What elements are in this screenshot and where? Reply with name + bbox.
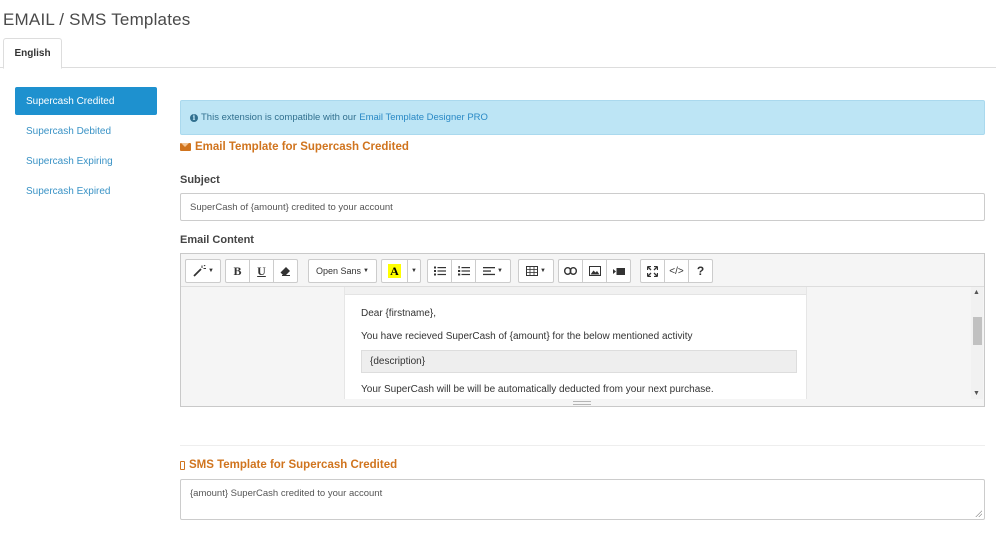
email-document[interactable]: Dear {firstname}, You have recieved Supe… [344, 287, 807, 399]
email-content-label: Email Content [180, 234, 254, 246]
subject-input[interactable]: SuperCash of {amount} credited to your a… [180, 193, 985, 221]
section-divider [180, 445, 985, 446]
editor-toolbar: ▼ B U Open Sans ▼ A ▼ ▼ ▼ </> ? [181, 254, 984, 287]
fullscreen-button[interactable] [640, 259, 665, 283]
sms-textarea-value: {amount} SuperCash credited to your acco… [190, 488, 383, 499]
compatibility-alert: i This extension is compatible with our … [180, 100, 985, 135]
document-header-strip [345, 287, 806, 295]
font-family-dropdown[interactable]: Open Sans ▼ [308, 259, 377, 283]
align-left-icon [483, 267, 496, 276]
sidebar-item-supercash-expiring[interactable]: Supercash Expiring [15, 147, 157, 175]
envelope-icon [180, 143, 191, 151]
scroll-down-arrow-icon[interactable]: ▼ [973, 390, 980, 397]
magic-wand-icon [193, 265, 207, 277]
email-description-block: {description} [361, 350, 797, 373]
language-tabs: English [0, 38, 996, 69]
sms-textarea[interactable]: {amount} SuperCash credited to your acco… [180, 479, 985, 520]
paragraph-align-dropdown[interactable]: ▼ [475, 259, 511, 283]
editor-body[interactable]: Dear {firstname}, You have recieved Supe… [181, 287, 984, 399]
email-template-heading: Email Template for Supercash Credited [180, 141, 409, 153]
page-title: EMAIL / SMS Templates [3, 10, 191, 29]
sms-template-heading-text: SMS Template for Supercash Credited [189, 459, 398, 471]
font-family-value: Open Sans [316, 266, 362, 276]
link-icon [564, 267, 577, 275]
bullet-list-icon [433, 266, 446, 276]
email-template-designer-link[interactable]: Email Template Designer PRO [359, 112, 488, 123]
chevron-down-icon: ▼ [208, 268, 214, 274]
help-button[interactable]: ? [688, 259, 713, 283]
text-color-button[interactable]: A [381, 259, 408, 283]
chevron-down-icon: ▼ [540, 268, 546, 274]
chevron-down-icon: ▼ [363, 268, 369, 274]
magic-style-button[interactable]: ▼ [185, 259, 221, 283]
eraser-icon [280, 267, 290, 276]
main-content: i This extension is compatible with our … [180, 100, 985, 520]
bold-button[interactable]: B [225, 259, 250, 283]
insert-link-button[interactable] [558, 259, 583, 283]
table-icon [526, 266, 539, 276]
insert-video-button[interactable] [606, 259, 631, 283]
chevron-down-icon: ▼ [411, 268, 417, 274]
insert-picture-button[interactable] [582, 259, 607, 283]
underline-button[interactable]: U [249, 259, 274, 283]
editor-resize-handle[interactable] [573, 401, 591, 405]
clear-formatting-button[interactable] [273, 259, 298, 283]
mobile-phone-icon [180, 460, 185, 470]
unordered-list-button[interactable] [427, 259, 452, 283]
info-icon: i [190, 113, 198, 122]
resize-grip-icon[interactable] [975, 510, 982, 517]
editor-scrollbar[interactable]: ▲ ▼ [971, 287, 983, 399]
subject-label: Subject [180, 174, 220, 186]
email-content-editor: ▼ B U Open Sans ▼ A ▼ ▼ ▼ </> ? Dear {fi… [180, 253, 985, 407]
sidebar-item-supercash-credited[interactable]: Supercash Credited [15, 87, 157, 115]
template-sidebar: Supercash Credited Supercash Debited Sup… [15, 87, 157, 207]
sidebar-item-supercash-expired[interactable]: Supercash Expired [15, 177, 157, 205]
chevron-down-icon: ▼ [497, 268, 503, 274]
text-color-dropdown[interactable]: ▼ [407, 259, 421, 283]
table-dropdown[interactable]: ▼ [518, 259, 554, 283]
fullscreen-icon [647, 265, 658, 277]
scrollbar-thumb[interactable] [973, 317, 982, 345]
tab-english[interactable]: English [3, 38, 62, 69]
email-body-line-1: You have recieved SuperCash of {amount} … [361, 331, 693, 342]
sidebar-item-supercash-debited[interactable]: Supercash Debited [15, 117, 157, 145]
numbered-list-icon [457, 266, 470, 276]
video-icon [612, 267, 625, 275]
scroll-up-arrow-icon[interactable]: ▲ [973, 289, 980, 296]
picture-icon [588, 266, 601, 276]
email-template-heading-text: Email Template for Supercash Credited [195, 141, 409, 153]
email-greeting: Dear {firstname}, [361, 308, 437, 319]
email-body-line-2: Your SuperCash will be will be automatic… [361, 384, 714, 395]
sms-template-heading: SMS Template for Supercash Credited [180, 459, 397, 471]
alert-text: This extension is compatible with our [201, 112, 357, 123]
font-color-icon: A [388, 264, 401, 278]
ordered-list-button[interactable] [451, 259, 476, 283]
code-view-button[interactable]: </> [664, 259, 689, 283]
